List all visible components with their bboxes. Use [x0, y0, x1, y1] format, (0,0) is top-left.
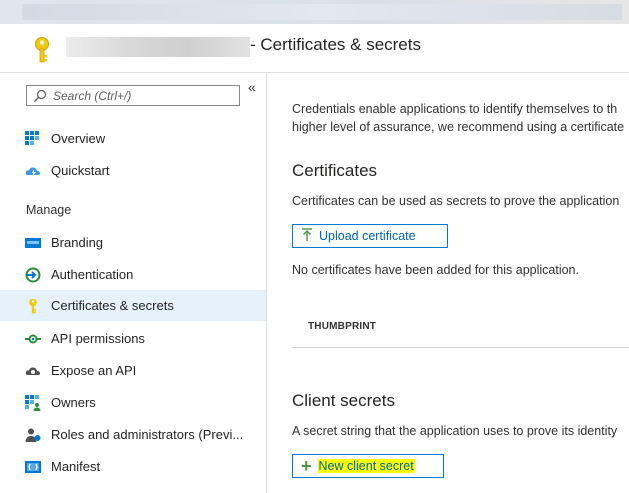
key-icon	[30, 36, 54, 64]
api-permissions-icon	[25, 331, 41, 347]
manage-section-heading: Manage	[26, 203, 72, 217]
cloud-icon	[25, 163, 41, 179]
sidebar-item-label: Quickstart	[51, 163, 110, 178]
sidebar-item-certificates-secrets[interactable]: Certificates & secrets	[0, 290, 266, 321]
certificates-description: Certificates can be used as secrets to p…	[292, 194, 620, 208]
new-client-secret-button[interactable]: + New client secret	[292, 454, 444, 478]
upload-certificate-button[interactable]: Upload certificate	[292, 224, 448, 248]
sidebar-item-api-permissions[interactable]: API permissions	[0, 323, 266, 354]
client-secrets-heading: Client secrets	[292, 391, 395, 410]
column-header-thumbprint: THUMBPRINT	[308, 321, 377, 332]
blade-header: - Certificates & secrets	[0, 24, 629, 73]
branding-icon	[25, 235, 41, 251]
sidebar-item-quickstart[interactable]: Quickstart	[0, 155, 266, 186]
table-divider	[292, 347, 629, 348]
sidebar-item-label: Overview	[51, 131, 106, 146]
sidebar-item-label: Manifest	[51, 459, 101, 474]
upload-certificate-label: Upload certificate	[319, 229, 416, 243]
certificates-heading: Certificates	[292, 161, 378, 180]
sidebar-item-label: API permissions	[51, 331, 145, 346]
browser-top-strip	[0, 0, 629, 24]
plus-icon: +	[301, 456, 312, 476]
search-input[interactable]	[53, 87, 237, 104]
sidebar-item-roles-administrators[interactable]: Roles and administrators (Previ...	[0, 419, 266, 450]
overview-grid-icon	[25, 131, 41, 147]
new-client-secret-label: New client secret	[317, 459, 415, 473]
redacted-app-name	[66, 37, 250, 57]
main-content: Credentials enable applications to ident…	[267, 73, 629, 493]
sidebar-item-label: Authentication	[51, 267, 134, 282]
cloud-gear-icon	[25, 363, 41, 379]
sidebar-item-overview[interactable]: Overview	[0, 123, 266, 154]
sidebar: « Overview Quickstart Manage Bra	[0, 73, 267, 493]
sidebar-item-label: Branding	[51, 235, 104, 250]
collapse-sidebar-button[interactable]: «	[248, 79, 256, 95]
key-icon	[25, 298, 41, 314]
sidebar-item-authentication[interactable]: Authentication	[0, 259, 266, 290]
intro-line-2: higher level of assurance, we recommend …	[292, 120, 625, 134]
sidebar-item-manifest[interactable]: Manifest	[0, 451, 266, 482]
authentication-icon	[25, 267, 41, 283]
owners-icon	[25, 395, 41, 411]
roles-icon	[25, 427, 41, 443]
search-icon	[33, 89, 47, 103]
page-title: - Certificates & secrets	[250, 35, 421, 54]
manifest-icon	[25, 459, 41, 475]
sidebar-item-label: Certificates & secrets	[51, 298, 174, 313]
redacted-top-bar	[22, 4, 622, 20]
intro-line-1: Credentials enable applications to ident…	[292, 102, 618, 116]
sidebar-item-owners[interactable]: Owners	[0, 387, 266, 418]
no-certificates-text: No certificates have been added for this…	[292, 263, 579, 277]
sidebar-item-label: Expose an API	[51, 363, 137, 378]
sidebar-item-branding[interactable]: Branding	[0, 227, 266, 258]
intro-text: Credentials enable applications to ident…	[292, 100, 629, 136]
sidebar-item-expose-api[interactable]: Expose an API	[0, 355, 266, 386]
client-secrets-description: A secret string that the application use…	[292, 424, 618, 438]
upload-arrow-icon	[301, 227, 313, 245]
sidebar-item-label: Owners	[51, 395, 96, 410]
sidebar-item-label: Roles and administrators (Previ...	[51, 427, 244, 442]
search-box[interactable]	[26, 85, 240, 106]
